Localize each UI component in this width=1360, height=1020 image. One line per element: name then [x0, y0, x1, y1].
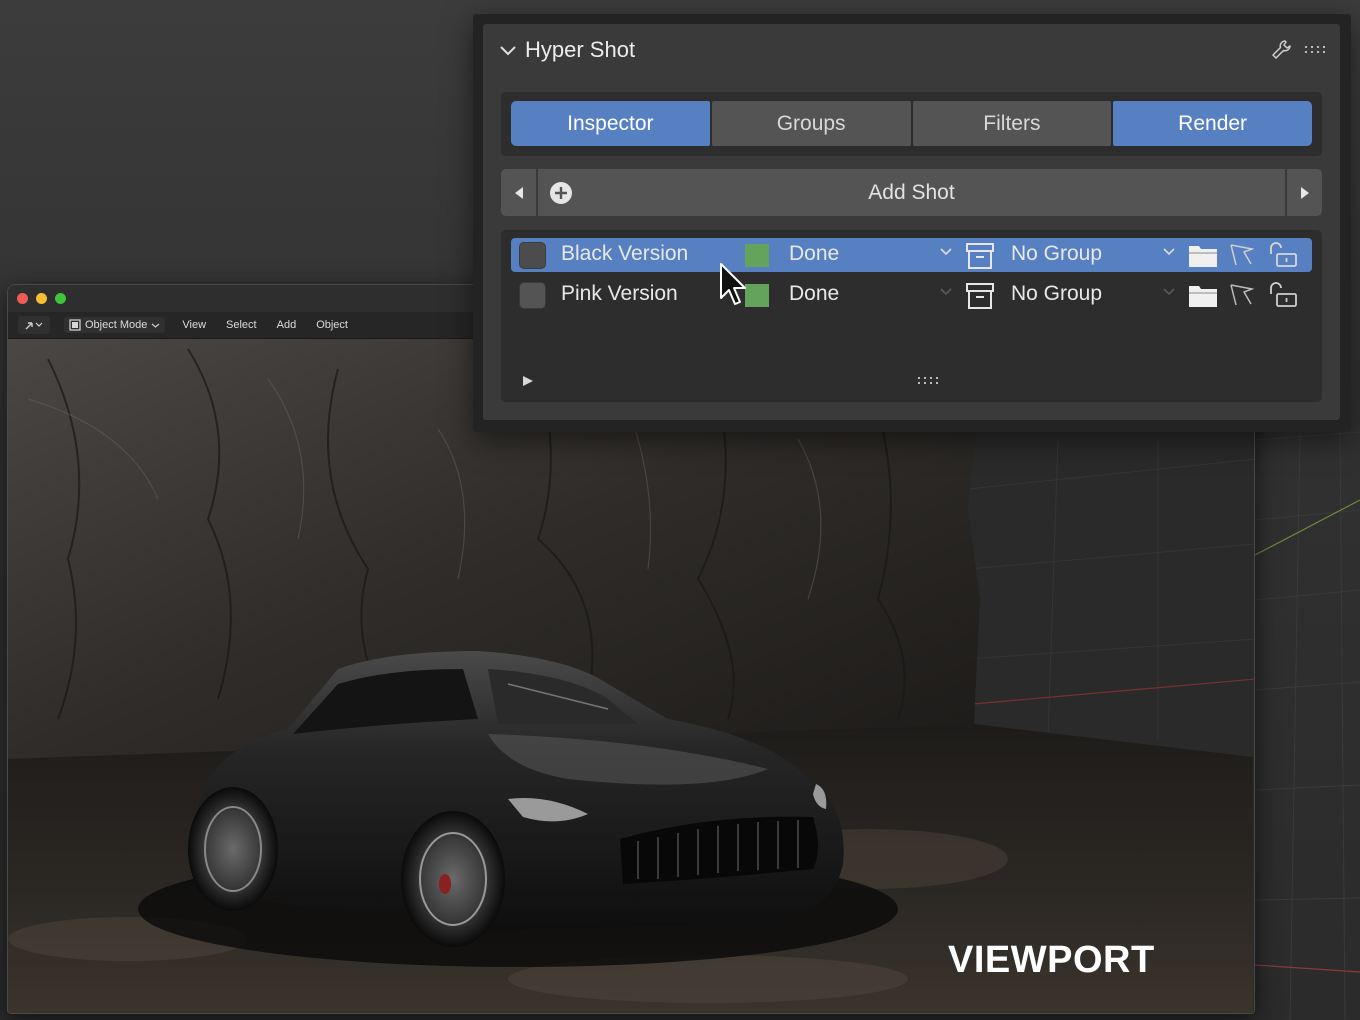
menu-object[interactable]: Object	[313, 317, 351, 333]
editor-type-button[interactable]	[18, 316, 50, 334]
panel-header[interactable]: Hyper Shot	[483, 24, 1340, 76]
add-shot-button[interactable]: Add Shot	[538, 169, 1285, 216]
tab-groups[interactable]: Groups	[711, 101, 911, 146]
triangle-right-icon	[1300, 186, 1309, 199]
archive-icon[interactable]	[965, 282, 995, 310]
unlock-icon[interactable]	[1267, 242, 1299, 268]
shot-list: Black Version Done No Group Pink Version…	[501, 230, 1322, 402]
shot-checkbox[interactable]	[519, 242, 546, 269]
unlock-icon[interactable]	[1267, 282, 1299, 308]
select-cursor-icon[interactable]	[1228, 243, 1254, 267]
group-label[interactable]: No Group	[1011, 242, 1102, 266]
menu-view[interactable]: View	[179, 317, 209, 333]
group-label[interactable]: No Group	[1011, 282, 1102, 306]
drag-grip-icon[interactable]	[1304, 45, 1328, 55]
chevron-down-icon[interactable]	[1162, 247, 1176, 257]
folder-icon[interactable]	[1188, 282, 1218, 308]
menu-add[interactable]: Add	[274, 317, 300, 333]
chevron-down-icon[interactable]	[1162, 287, 1176, 297]
tab-bar: Inspector Groups Filters Render	[501, 92, 1322, 156]
shot-name[interactable]: Pink Version	[561, 282, 678, 306]
add-shot-bar: Add Shot	[501, 169, 1322, 216]
close-window-button[interactable]	[17, 293, 28, 304]
add-shot-label: Add Shot	[868, 180, 955, 204]
chevron-down-icon[interactable]	[939, 287, 953, 297]
play-icon[interactable]	[521, 374, 535, 388]
tab-render[interactable]: Render	[1113, 101, 1312, 146]
menu-select[interactable]: Select	[223, 317, 260, 333]
wrench-icon[interactable]	[1270, 38, 1294, 62]
select-cursor-icon[interactable]	[1228, 283, 1254, 307]
next-shot-button[interactable]	[1285, 169, 1322, 216]
add-circle-icon	[550, 182, 572, 204]
previous-shot-button[interactable]	[501, 169, 538, 216]
hyper-shot-panel: Hyper Shot Inspector Groups Filters Rend…	[483, 24, 1340, 420]
shot-row-black-version[interactable]: Black Version Done No Group	[511, 238, 1312, 272]
minimize-window-button[interactable]	[36, 293, 47, 304]
transform-gizmo-icon	[25, 322, 43, 330]
status-label[interactable]: Done	[789, 242, 839, 266]
hyper-shot-panel-frame: Hyper Shot Inspector Groups Filters Rend…	[473, 14, 1351, 432]
maximize-window-button[interactable]	[55, 293, 66, 304]
chevron-down-icon	[151, 323, 160, 328]
chevron-down-icon[interactable]	[939, 247, 953, 257]
shot-row-pink-version[interactable]: Pink Version Done No Group	[511, 278, 1312, 312]
tab-inspector[interactable]: Inspector	[511, 101, 710, 146]
resize-grip-icon[interactable]	[917, 376, 941, 386]
triangle-left-icon	[514, 186, 523, 199]
shot-checkbox[interactable]	[519, 282, 546, 309]
panel-title: Hyper Shot	[525, 37, 636, 62]
status-label[interactable]: Done	[789, 282, 839, 306]
mouse-pointer-icon	[720, 263, 746, 305]
chevron-down-icon[interactable]	[499, 44, 517, 56]
shot-name[interactable]: Black Version	[561, 242, 688, 266]
folder-icon[interactable]	[1188, 242, 1218, 268]
viewport-label: VIEWPORT	[948, 939, 1155, 981]
object-mode-icon	[69, 319, 81, 331]
object-mode-label: Object Mode	[85, 319, 148, 331]
object-mode-dropdown[interactable]: Object Mode	[64, 317, 166, 333]
tab-filters[interactable]: Filters	[912, 101, 1112, 146]
archive-icon[interactable]	[965, 242, 995, 270]
viewport-scene[interactable]: VIEWPORT	[8, 339, 1254, 1013]
